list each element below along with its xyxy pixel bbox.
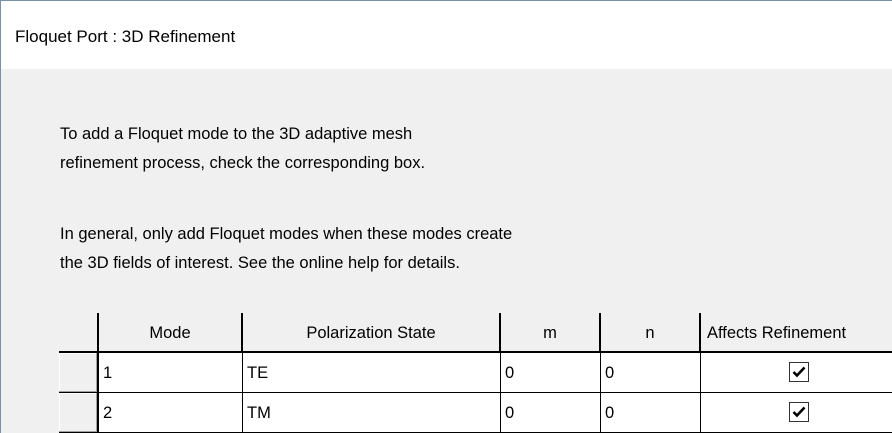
row-header-button[interactable] (59, 353, 99, 393)
m-cell[interactable]: 0 (501, 353, 601, 393)
dialog-window: Floquet Port : 3D Refinement To add a Fl… (0, 0, 892, 433)
instruction-line: To add a Floquet mode to the 3D adaptive… (60, 125, 413, 143)
title-bar[interactable]: Floquet Port : 3D Refinement (1, 1, 892, 69)
table-row: 2 TM 0 0 (59, 393, 892, 433)
row-header-button[interactable] (59, 393, 99, 433)
affects-refinement-cell (701, 353, 892, 393)
grid-header-row: Mode Polarization State m n Affects Refi… (59, 313, 892, 353)
column-header-n[interactable]: n (601, 313, 701, 353)
affects-refinement-checkbox[interactable] (789, 402, 809, 422)
mode-cell[interactable]: 2 (99, 393, 243, 433)
affects-refinement-checkbox[interactable] (789, 362, 809, 382)
checkmark-icon (792, 406, 806, 418)
instruction-paragraph-2: In general, only add Floquet modes when … (60, 220, 512, 278)
affects-refinement-cell (701, 393, 892, 433)
floquet-modes-grid[interactable]: Mode Polarization State m n Affects Refi… (59, 313, 892, 433)
instruction-paragraph-1: To add a Floquet mode to the 3D adaptive… (60, 120, 425, 178)
checkmark-icon (792, 366, 806, 378)
grid-corner-cell[interactable] (59, 313, 99, 353)
instruction-line: In general, only add Floquet modes when … (60, 225, 513, 243)
polarization-cell[interactable]: TE (243, 353, 501, 393)
column-header-affects-refinement[interactable]: Affects Refinement (701, 313, 892, 353)
instruction-line: refinement process, check the correspond… (60, 154, 426, 172)
table-row: 1 TE 0 0 (59, 353, 892, 393)
mode-cell[interactable]: 1 (99, 353, 243, 393)
column-header-m[interactable]: m (501, 313, 601, 353)
n-cell[interactable]: 0 (601, 393, 701, 433)
window-title: Floquet Port : 3D Refinement (15, 27, 236, 46)
instruction-line: the 3D fields of interest. See the onlin… (60, 254, 460, 272)
m-cell[interactable]: 0 (501, 393, 601, 433)
polarization-cell[interactable]: TM (243, 393, 501, 433)
column-header-mode[interactable]: Mode (99, 313, 243, 353)
n-cell[interactable]: 0 (601, 353, 701, 393)
column-header-polarization[interactable]: Polarization State (243, 313, 501, 353)
